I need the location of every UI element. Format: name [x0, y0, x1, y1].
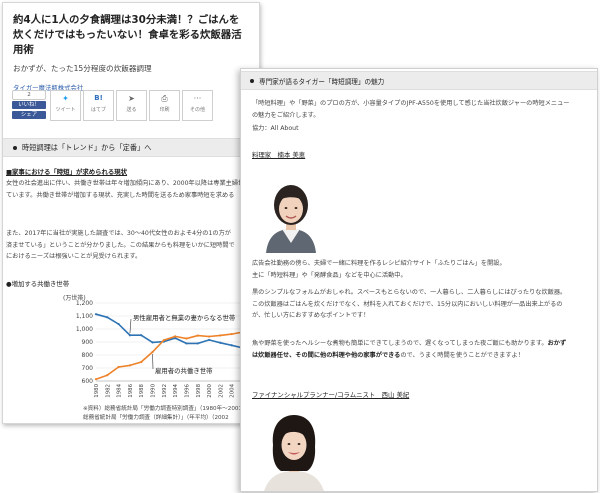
- subheading: ■家事における「時短」が求められる現状: [6, 168, 128, 176]
- series-label: 雇用者の共働き世帯: [155, 366, 213, 375]
- chart-source-line: 総務省統計局「労働力調査（詳細集計）」（年平均）（2002: [83, 415, 229, 421]
- facebook-count: 2: [12, 90, 46, 100]
- section-heading: 専門家が語るタイガー「時短調理」の魅力: [259, 78, 385, 86]
- expert-portrait-photo: [256, 173, 326, 253]
- data-point: [196, 334, 199, 337]
- data-point: [219, 334, 222, 337]
- x-tick-label: 1992: [162, 384, 168, 398]
- x-tick-label: 1996: [184, 383, 190, 397]
- data-point: [140, 334, 143, 337]
- data-point: [230, 344, 233, 347]
- back-article-page: 約4人に1人の夕食調理は30分未満！？ごはんを炊くだけではもったいない！食卓を彩…: [2, 2, 260, 424]
- x-tick-label: 1982: [105, 384, 111, 398]
- bullet-icon: [13, 146, 17, 150]
- data-point: [140, 360, 143, 364]
- data-point: [230, 332, 233, 336]
- more-dots-icon: ···: [193, 94, 202, 103]
- x-tick-label: 1980: [94, 383, 100, 397]
- data-point: [94, 378, 98, 381]
- x-tick-label: 1994: [173, 383, 179, 397]
- x-tick-label: 1984: [117, 383, 123, 397]
- data-point: [106, 316, 109, 319]
- data-point: [151, 350, 154, 354]
- data-point: [219, 341, 222, 344]
- y-tick-label: 800: [82, 352, 94, 359]
- facebook-like-button[interactable]: いいね！: [12, 101, 46, 109]
- bullet-icon: [250, 79, 254, 83]
- credit-line: 協力：All About: [252, 125, 299, 132]
- print-button[interactable]: ⎙ 印刷: [149, 90, 180, 121]
- data-point: [94, 313, 98, 316]
- front-article-page: 専門家が語るタイガー「時短調理」の魅力 「時短料理」や「野菜」のプロの方が、小容…: [240, 68, 598, 492]
- y-tick-label: 1,200: [76, 300, 93, 307]
- facebook-share: 2 いいね！ シェア: [12, 90, 46, 121]
- section-heading-bar: 専門家が語るタイガー「時短調理」の魅力: [241, 71, 597, 90]
- send-button[interactable]: ➤ 送る: [116, 90, 147, 121]
- data-point: [117, 322, 120, 326]
- expert-quote: 魚や野菜を使ったヘルシーな煮物も簡単にできてしまうので、遅くなってしまった夜ご飯…: [252, 340, 567, 359]
- article-title: 約4人に1人の夕食調理は30分未満！？ごはんを炊くだけではもったいない！食卓を彩…: [13, 14, 242, 56]
- article-header: 約4人に1人の夕食調理は30分未満！？ごはんを炊くだけではもったいない！食卓を彩…: [13, 13, 259, 92]
- data-point: [196, 342, 199, 345]
- y-tick-label: 700: [82, 365, 94, 372]
- data-point: [106, 374, 109, 377]
- section-heading: 時短調理は「トレンド」から「定番」へ: [22, 143, 152, 152]
- hatena-bookmark-button[interactable]: B! はてブ: [83, 90, 114, 121]
- y-tick-label: 1,000: [76, 326, 93, 333]
- data-point: [207, 338, 211, 342]
- expert-name: 料理家 楠本 美恵: [252, 151, 306, 159]
- paragraph-2: また、2017年に当社が実施した調査では、30〜40代女性のおよそ4分の1の方が…: [6, 230, 235, 260]
- x-tick-label: 1986: [128, 383, 134, 397]
- data-point: [207, 335, 211, 338]
- data-point: [151, 341, 154, 344]
- send-icon: ➤: [128, 94, 135, 103]
- expert-quote: 黒のシンプルなフォルムがおしゃれ。スペースもとらないので、一人暮らし、二人暮らし…: [252, 289, 567, 319]
- data-point: [162, 339, 165, 342]
- x-tick-label: 2004: [230, 383, 236, 397]
- data-point: [128, 364, 132, 367]
- expert-name: ファイナンシャルプランナー/コラムニスト 西山 美紀: [252, 391, 410, 399]
- paragraph-1: 女性の社会進出に伴い、共働き世帯は年々増加傾向にあり、2000年以降は専業主婦世…: [6, 180, 251, 199]
- x-tick-label: 1990: [151, 383, 157, 397]
- expert-portrait-photo: [259, 405, 329, 491]
- series-label: 男性雇用者と無業の妻からなる世帯: [133, 313, 236, 322]
- expert-bio: 広告会社勤務の傍ら、夫婦で一緒に料理を作るレシピ紹介サイト「ふたりごはん」を開設…: [252, 260, 506, 279]
- twitter-icon: ✦: [62, 94, 69, 103]
- tweet-button[interactable]: ✦ ツイート: [50, 90, 81, 121]
- data-point: [128, 334, 132, 337]
- y-tick-label: 900: [82, 339, 94, 346]
- x-tick-label: 1988: [139, 383, 145, 397]
- y-tick-label: 600: [82, 378, 94, 385]
- x-tick-label: 1998: [196, 383, 202, 397]
- facebook-share-button[interactable]: シェア: [12, 111, 46, 119]
- data-point: [174, 335, 177, 338]
- chart-source-line: ※資料）総務省統計局「労働力調査特別調査」（1980年〜2001年: [83, 406, 248, 412]
- data-point: [185, 342, 188, 345]
- section-heading-bar: 時短調理は「トレンド」から「定番」へ: [3, 138, 259, 157]
- print-icon: ⎙: [161, 94, 168, 103]
- x-tick-label: 2000: [207, 383, 213, 397]
- y-tick-label: 1,100: [76, 313, 93, 320]
- households-line-chart: (万世帯)1,2001,1001,0009008007006001980 1982…: [63, 294, 253, 398]
- share-bar: 2 いいね！ シェア ✦ ツイート B! はてブ ➤ 送る ⎙ 印刷 ··· そ…: [12, 90, 215, 121]
- chart-heading: ●増加する共働き世帯: [6, 280, 70, 288]
- data-point: [117, 365, 120, 369]
- hatena-icon: B!: [94, 94, 103, 102]
- annotation-leader-line: [129, 318, 132, 334]
- data-point: [185, 337, 188, 340]
- more-button[interactable]: ··· その他: [182, 90, 213, 121]
- article-subtitle: おかずが、たった15分程度の炊飯器調理: [13, 64, 152, 73]
- x-tick-label: 2002: [218, 384, 224, 398]
- lead-paragraph: 「時短料理」や「野菜」のプロの方が、小容量タイプのJPF-A550を使用して感じ…: [252, 100, 570, 119]
